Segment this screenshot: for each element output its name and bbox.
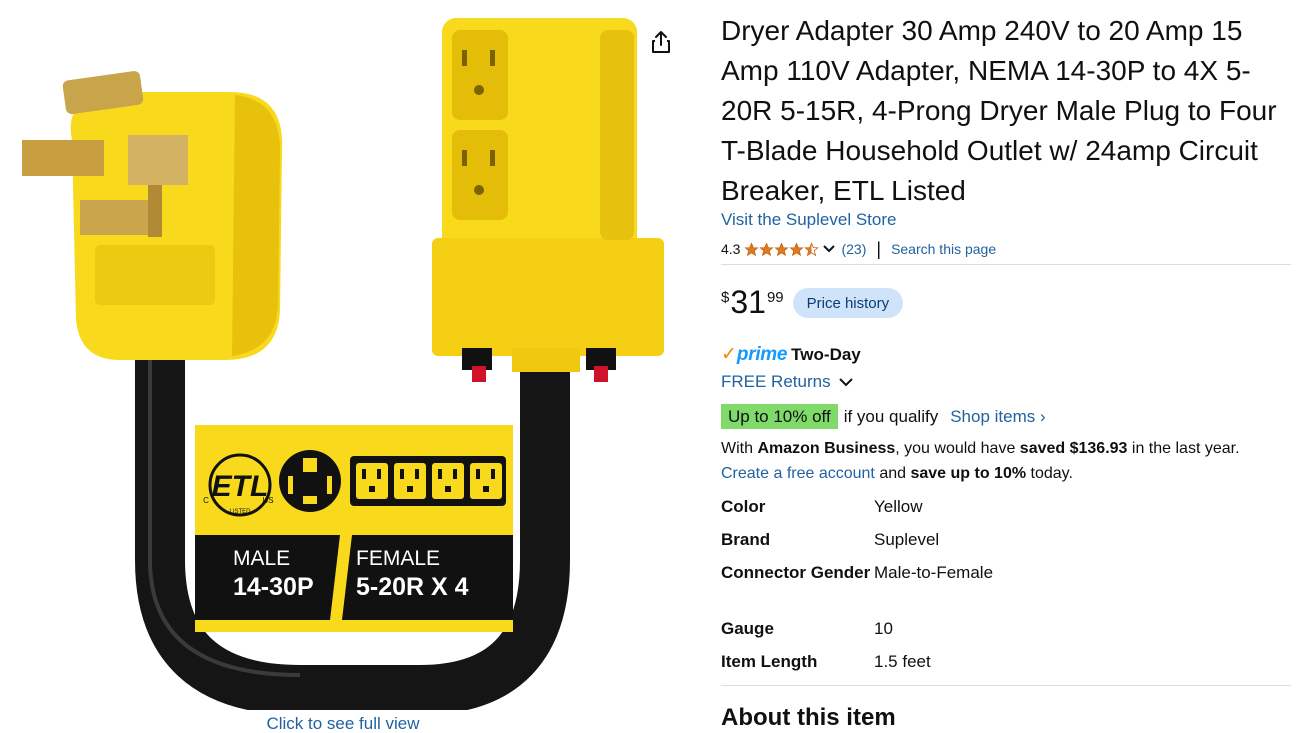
product-specs-table: Color Yellow Brand Suplevel Connector Ge… — [721, 494, 1291, 682]
label-male-title: MALE — [233, 547, 290, 570]
etl-us: US — [262, 496, 273, 505]
business-text: and — [874, 465, 911, 482]
shop-items-link[interactable]: Shop items › — [950, 407, 1045, 427]
spec-value: Yellow — [874, 497, 923, 516]
outlet-icons-row — [350, 456, 506, 506]
free-returns-button[interactable]: FREE Returns — [721, 372, 854, 392]
dryer-plug-icon — [279, 450, 341, 512]
spec-value: Suplevel — [874, 530, 940, 549]
price-fraction: 99 — [766, 289, 784, 306]
product-label: ETL C US LISTED MALE 14-30P FEMALE 5-20R… — [195, 425, 513, 632]
prime-check-icon: ✓ — [721, 344, 737, 365]
prime-logo[interactable]: prime — [737, 344, 788, 366]
star-icon — [759, 241, 775, 256]
spec-key: Brand — [721, 530, 771, 549]
business-text: in the last year. — [1127, 440, 1240, 457]
star-icon — [789, 241, 805, 256]
label-male-code: 14-30P — [233, 573, 314, 601]
star-icon — [774, 241, 790, 256]
discount-badge: Up to 10% off — [721, 404, 838, 429]
divider — [721, 264, 1291, 265]
saved-amount: saved $136.93 — [1019, 440, 1128, 457]
spec-value: 10 — [874, 619, 893, 638]
qualify-text: if you qualify — [843, 406, 939, 426]
spec-row: Connector Gender Male-to-Female — [721, 560, 1291, 616]
share-button[interactable] — [645, 26, 677, 58]
spec-row: Item Length 1.5 feet — [721, 649, 1291, 682]
prime-speed: Two-Day — [791, 344, 861, 364]
star-rating[interactable] — [744, 241, 836, 257]
male-plug — [22, 71, 283, 360]
image-column: ETL C US LISTED MALE 14-30P FEMALE 5-20R… — [0, 0, 700, 733]
spec-value: Male-to-Female — [874, 563, 994, 582]
search-page-link[interactable]: Search this page — [891, 241, 996, 257]
spec-key: Color — [721, 497, 766, 516]
spec-key: Gauge — [721, 619, 774, 638]
price-row: $ 31 99 Price history — [721, 282, 904, 322]
divider — [721, 685, 1291, 686]
chevron-down-icon[interactable] — [822, 244, 836, 254]
business-text: , you would have — [895, 440, 1020, 457]
about-heading: About this item — [721, 704, 896, 731]
product-title: Dryer Adapter 30 Amp 240V to 20 Amp 15 A… — [721, 15, 1277, 206]
prime-delivery: ✓ prime Two-Day — [721, 343, 861, 366]
spec-value: 1.5 feet — [874, 652, 931, 671]
amazon-business-label: Amazon Business — [757, 440, 896, 457]
discount-row: Up to 10% off if you qualify Shop items … — [721, 404, 1046, 429]
full-view-link[interactable]: Click to see full view — [0, 714, 686, 733]
half-star-icon — [804, 241, 820, 256]
female-outlet-block — [432, 18, 664, 382]
etl-listed: LISTED — [229, 509, 251, 515]
spec-row: Color Yellow — [721, 494, 1291, 527]
store-link[interactable]: Visit the Suplevel Store — [721, 210, 896, 230]
label-female-code: 5-20R X 4 — [356, 573, 469, 601]
share-icon — [652, 31, 670, 53]
etl-text: ETL — [212, 470, 269, 503]
business-text: With — [721, 440, 758, 457]
spec-row: Brand Suplevel — [721, 527, 1291, 560]
business-text: today. — [1026, 465, 1073, 482]
chevron-down-icon — [838, 377, 854, 387]
rating-number: 4.3 — [721, 241, 741, 257]
star-icon — [744, 241, 760, 256]
rating-row: 4.3 (23) | Search this page — [721, 239, 996, 259]
free-returns-label: FREE Returns — [721, 372, 831, 391]
etl-c: C — [203, 496, 209, 505]
business-savings: With Amazon Business, you would have sav… — [721, 436, 1296, 486]
spec-key: Connector Gender — [721, 563, 871, 582]
spec-key: Item Length — [721, 652, 818, 671]
save-up-label: save up to 10% — [910, 465, 1027, 482]
price-history-button[interactable]: Price history — [792, 288, 904, 318]
rating-count-link[interactable]: (23) — [841, 241, 866, 257]
product-image[interactable]: ETL C US LISTED MALE 14-30P FEMALE 5-20R… — [0, 0, 700, 710]
separator: | — [876, 238, 882, 259]
create-account-link[interactable]: Create a free account — [721, 465, 875, 482]
label-female-title: FEMALE — [356, 547, 440, 570]
price-whole: 31 — [730, 284, 766, 320]
price-symbol: $ — [721, 289, 730, 306]
spec-row: Gauge 10 — [721, 616, 1291, 649]
